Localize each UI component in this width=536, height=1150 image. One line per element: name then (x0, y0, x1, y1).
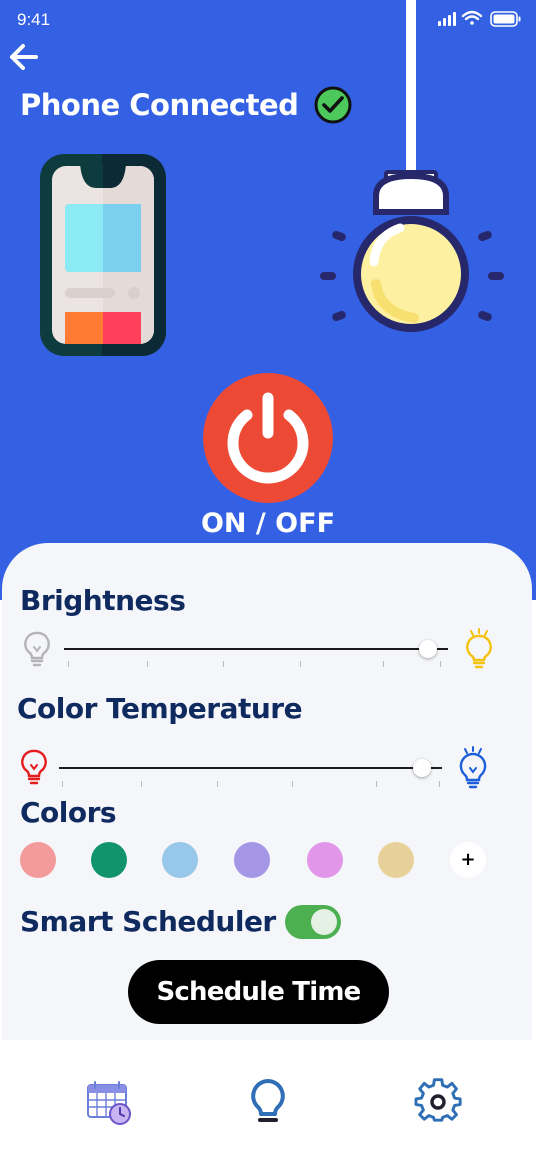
gear-icon (414, 1078, 462, 1122)
brightness-track (64, 648, 448, 650)
smart-scheduler-label: Smart Scheduler (20, 905, 276, 938)
cool-bulb-icon (459, 746, 487, 789)
toggle-knob (311, 909, 337, 935)
power-toggle-button[interactable] (203, 373, 333, 503)
schedule-time-button[interactable]: Schedule Time (128, 960, 389, 1024)
color-swatches: + (20, 842, 490, 878)
phone-illustration (40, 154, 166, 356)
color-swatch-6[interactable] (378, 842, 414, 878)
color-swatch-5[interactable] (307, 842, 343, 878)
arrow-left-icon (10, 44, 38, 70)
bulb-off-icon (24, 631, 50, 667)
color-temperature-thumb[interactable] (413, 759, 432, 777)
control-header: 9:41 Phone Connected ON / OFF (0, 0, 536, 600)
smart-scheduler-toggle[interactable] (285, 905, 341, 939)
bulb-on-icon (466, 628, 492, 669)
nav-light[interactable] (247, 1078, 289, 1129)
bottom-nav (0, 1040, 536, 1150)
nav-schedule[interactable] (86, 1080, 132, 1131)
color-swatch-4[interactable] (234, 842, 270, 878)
color-temperature-slider[interactable] (59, 758, 442, 778)
warm-bulb-icon (21, 749, 47, 785)
page-title: Phone Connected (20, 88, 299, 122)
connection-status: Phone Connected (20, 86, 352, 124)
add-color-button[interactable]: + (450, 842, 486, 878)
color-swatch-1[interactable] (20, 842, 56, 878)
power-label: ON / OFF (200, 508, 336, 539)
color-swatch-2[interactable] (91, 842, 127, 878)
nav-settings[interactable] (414, 1078, 462, 1131)
lightbulb-illustration (320, 0, 504, 332)
color-temperature-ticks (62, 781, 442, 789)
power-icon (203, 373, 333, 503)
brightness-ticks (68, 661, 448, 669)
calendar-clock-icon (87, 1081, 131, 1125)
color-temperature-label: Color Temperature (17, 692, 303, 725)
colors-label: Colors (20, 796, 117, 829)
color-temperature-track (59, 767, 442, 769)
lightbulb-icon (251, 1079, 285, 1122)
brightness-thumb[interactable] (419, 640, 438, 658)
brightness-label: Brightness (20, 584, 186, 617)
color-swatch-3[interactable] (162, 842, 198, 878)
brightness-slider[interactable] (64, 639, 448, 659)
back-button[interactable] (6, 40, 40, 74)
status-time: 9:41 (17, 10, 51, 29)
